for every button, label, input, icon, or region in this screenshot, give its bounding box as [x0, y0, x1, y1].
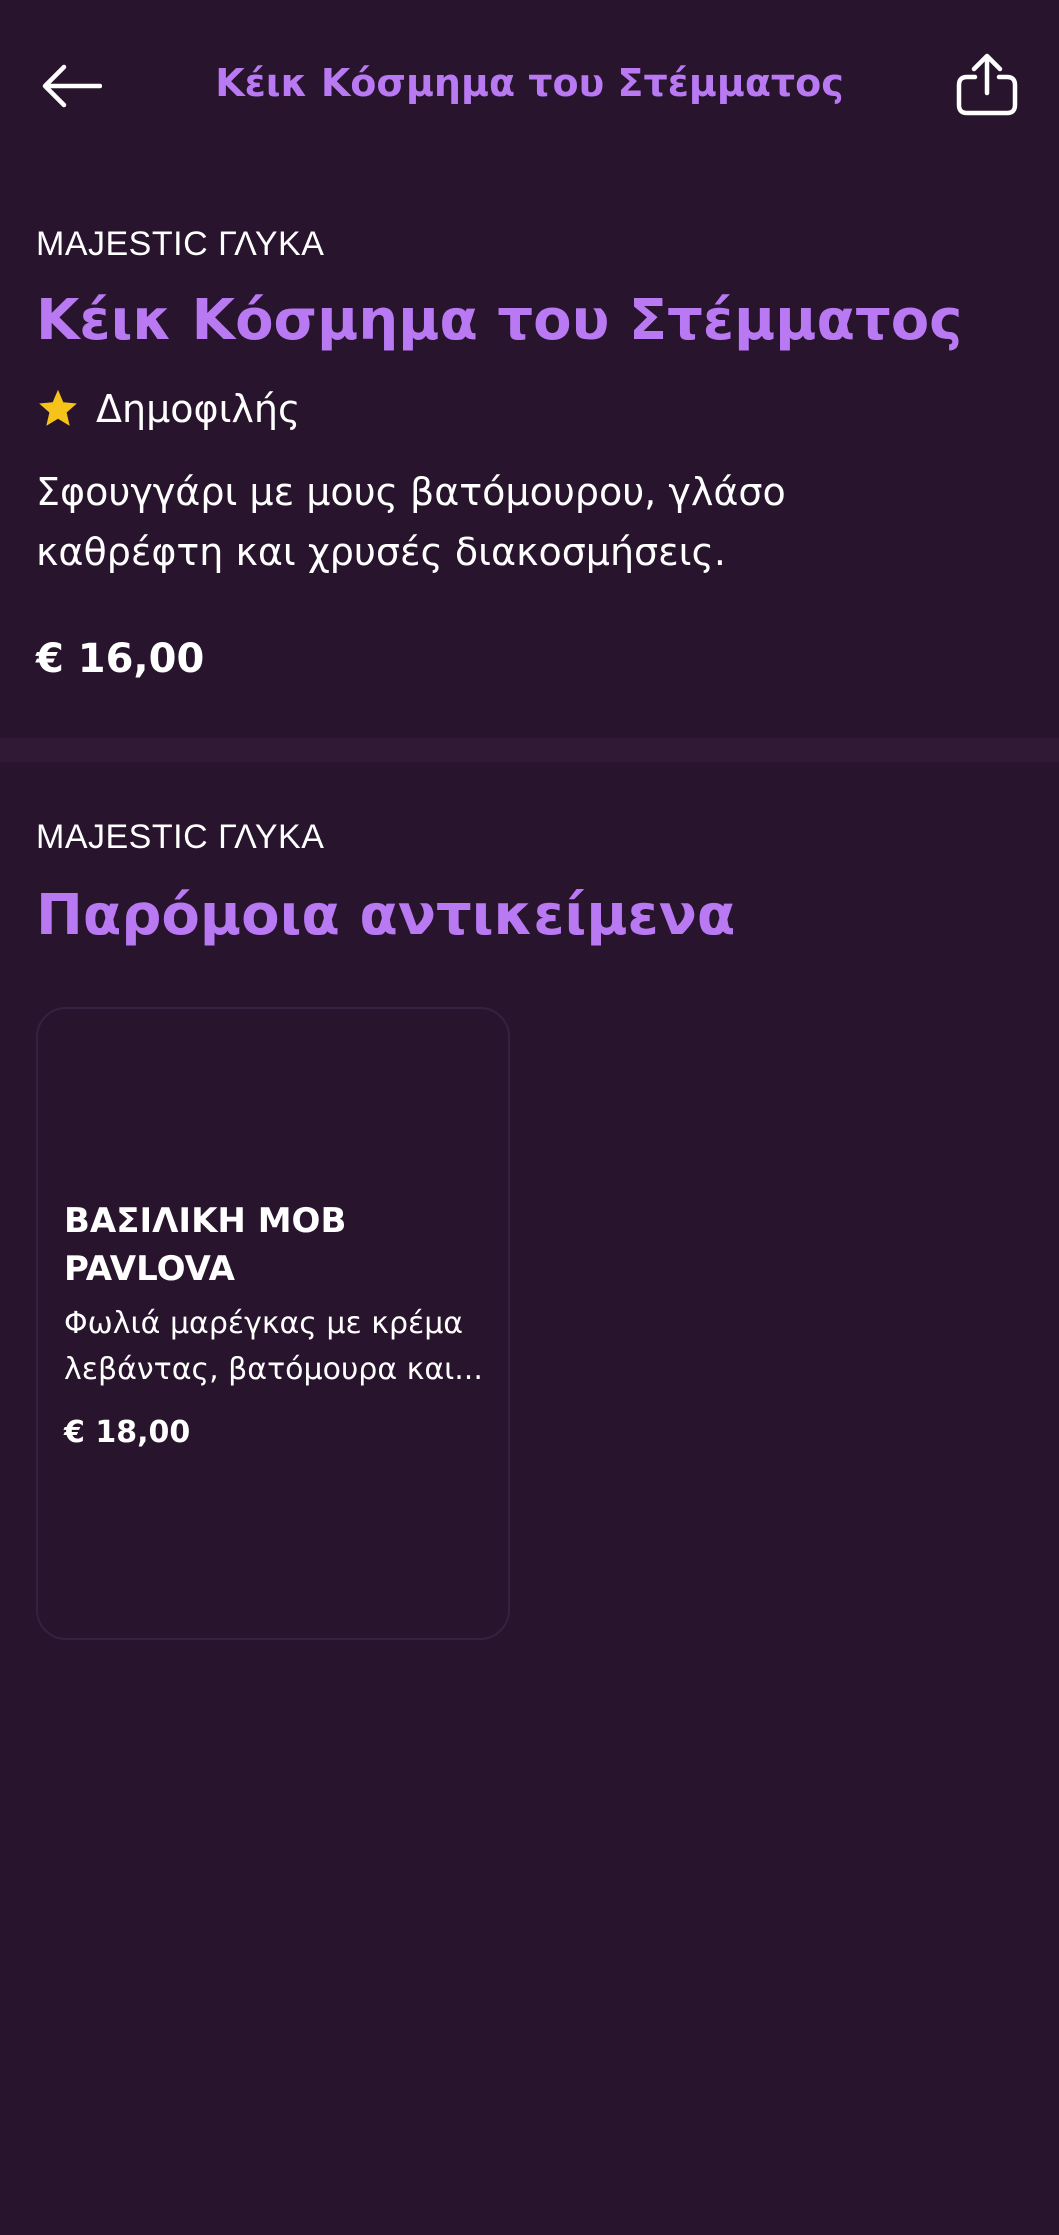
similar-items-heading: Παρόμοια αντικείμενα — [36, 883, 736, 948]
star-icon — [39, 389, 77, 426]
product-category-label: MAJESTIC ΓΛΥΚΑ — [36, 225, 325, 263]
navigation-title: Κέικ Κόσμημα του Στέμματος — [215, 61, 844, 105]
section-divider — [0, 738, 1059, 762]
arrow-left-icon — [42, 64, 102, 108]
popular-badge: Δημοφιλής — [36, 382, 300, 436]
similar-category-label: MAJESTIC ΓΛΥΚΑ — [36, 818, 325, 856]
top-navigation-bar: Κέικ Κόσμημα του Στέμματος — [0, 0, 1059, 170]
similar-item-description: Φωλιά μαρέγκας με κρέμα λεβάντας, βατόμο… — [64, 1306, 483, 1387]
product-description: Σφουγγάρι με μους βατόμουρου, γλάσο καθρ… — [36, 470, 786, 574]
product-price: € 16,00 — [36, 636, 205, 682]
similar-item-price: € 18,00 — [64, 1415, 191, 1450]
back-button[interactable] — [36, 50, 108, 122]
product-title: Κέικ Κόσμημα του Στέμματος — [36, 288, 963, 353]
share-icon — [956, 53, 1018, 116]
similar-item-card[interactable]: ΒΑΣΙΛΙΚΗ ΜΟΒ PAVLOVA Φωλιά μαρέγκας με κ… — [36, 1007, 510, 1640]
share-button[interactable] — [948, 46, 1026, 124]
similar-item-name: ΒΑΣΙΛΙΚΗ ΜΟΒ PAVLOVA — [64, 1201, 347, 1289]
popular-label: Δημοφιλής — [96, 387, 301, 431]
